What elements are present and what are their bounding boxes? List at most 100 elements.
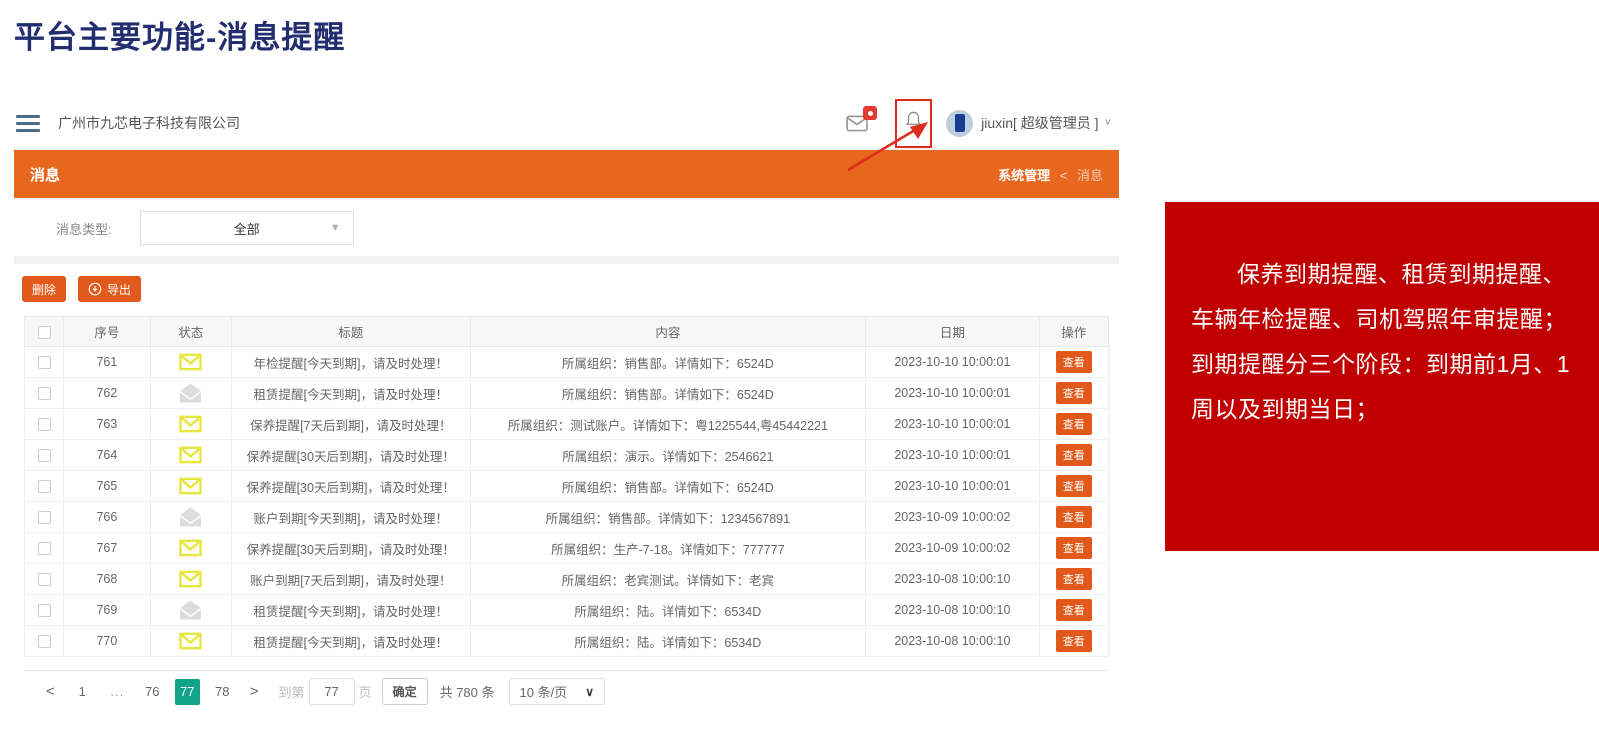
prev-page-button[interactable]: < — [46, 683, 55, 700]
header-right: jiuxin[ 超级管理员 ] ˅ — [846, 99, 1111, 148]
page-button[interactable]: 1 — [70, 679, 95, 705]
row-checkbox[interactable] — [38, 635, 51, 648]
view-button[interactable]: 查看 — [1056, 599, 1092, 621]
row-checkbox[interactable] — [38, 418, 51, 431]
table-row: 766 账户到期[今天到期]，请及时处理！ 所属组织：销售部。详情如下：1234… — [25, 502, 1109, 533]
unread-envelope-icon — [179, 415, 202, 433]
row-title: 年检提醒[今天到期]，请及时处理！ — [232, 347, 470, 378]
view-button[interactable]: 查看 — [1056, 382, 1092, 404]
row-checkbox[interactable] — [38, 387, 51, 400]
toolbar: 删除 导出 — [22, 276, 141, 302]
table-wrap: 序号状态标题内容日期操作 761 年检提醒[今天到期]，请及时处理！ 所属组织：… — [24, 316, 1109, 657]
row-content: 所属组织：销售部。详情如下：6524D — [470, 378, 866, 409]
row-id: 765 — [64, 471, 151, 502]
delete-button[interactable]: 删除 — [22, 276, 66, 302]
user-dropdown[interactable]: jiuxin[ 超级管理员 ] — [981, 113, 1098, 133]
table-row: 768 账户到期[7天后到期]，请及时处理！ 所属组织：老宾测试。详情如下：老宾… — [25, 564, 1109, 595]
export-label: 导出 — [107, 281, 131, 298]
message-type-value: 全部 — [234, 219, 260, 238]
table-row: 761 年检提醒[今天到期]，请及时处理！ 所属组织：销售部。详情如下：6524… — [25, 347, 1109, 378]
row-content: 所属组织：销售部。详情如下：1234567891 — [470, 502, 866, 533]
row-date: 2023-10-10 10:00:01 — [866, 471, 1039, 502]
read-envelope-icon — [179, 507, 202, 527]
view-button[interactable]: 查看 — [1056, 351, 1092, 373]
unread-envelope-icon — [179, 539, 202, 557]
goto-prefix: 到第 — [279, 682, 305, 701]
row-status — [150, 347, 231, 378]
read-envelope-icon — [179, 383, 202, 403]
row-checkbox[interactable] — [38, 604, 51, 617]
column-header: 操作 — [1039, 317, 1108, 347]
filter-bar: 消息类型: 全部 ▼ — [14, 200, 1119, 256]
row-checkbox[interactable] — [38, 542, 51, 555]
total-count: 共 780 条 — [440, 682, 495, 701]
goto-suffix: 页 — [359, 682, 372, 701]
view-button[interactable]: 查看 — [1056, 568, 1092, 590]
row-status — [150, 502, 231, 533]
row-content: 所属组织：陆。详情如下：6534D — [470, 626, 866, 657]
chevron-down-icon: ∨ — [585, 685, 594, 699]
row-date: 2023-10-08 10:00:10 — [866, 564, 1039, 595]
download-icon — [88, 282, 102, 296]
row-status — [150, 564, 231, 595]
row-checkbox[interactable] — [38, 356, 51, 369]
unread-envelope-icon — [179, 477, 202, 495]
page-size-value: 10 条/页 — [520, 682, 568, 701]
table-row: 763 保养提醒[7天后到期]，请及时处理！ 所属组织：测试账户。详情如下：粤1… — [25, 409, 1109, 440]
chevron-down-icon: ▼ — [330, 222, 341, 234]
row-title: 租赁提醒[今天到期]，请及时处理！ — [232, 595, 470, 626]
menu-icon[interactable] — [16, 115, 40, 132]
select-all-checkbox[interactable] — [38, 326, 51, 339]
avatar[interactable] — [946, 110, 973, 137]
confirm-button[interactable]: 确定 — [382, 678, 428, 705]
row-status — [150, 626, 231, 657]
message-type-select[interactable]: 全部 ▼ — [140, 211, 354, 245]
row-id: 768 — [64, 564, 151, 595]
mail-icon[interactable] — [846, 114, 869, 132]
view-button[interactable]: 查看 — [1056, 413, 1092, 435]
unread-envelope-icon — [179, 632, 202, 650]
view-button[interactable]: 查看 — [1056, 630, 1092, 652]
row-checkbox[interactable] — [38, 573, 51, 586]
unread-envelope-icon — [179, 570, 202, 588]
pagination-bar: < 1... 76 77 78 > 到第 页 确定 共 780 条 10 条/页 ∨ — [24, 670, 1109, 712]
callout-box: 保养到期提醒、租赁到期提醒、车辆年检提醒、司机驾照年审提醒；到期提醒分三个阶段：… — [1165, 202, 1599, 551]
row-checkbox[interactable] — [38, 511, 51, 524]
row-title: 租赁提醒[今天到期]，请及时处理！ — [232, 378, 470, 409]
chevron-down-icon[interactable]: ˅ — [1105, 117, 1111, 129]
page-size-select[interactable]: 10 条/页 ∨ — [509, 678, 605, 705]
row-id: 770 — [64, 626, 151, 657]
row-checkbox[interactable] — [38, 480, 51, 493]
row-title: 账户到期[今天到期]，请及时处理！ — [232, 502, 470, 533]
export-button[interactable]: 导出 — [78, 276, 141, 302]
row-date: 2023-10-10 10:00:01 — [866, 440, 1039, 471]
page-buttons: 1... 76 77 78 — [65, 679, 240, 705]
row-content: 所属组织：测试账户。详情如下：粤1225544,粤45442221 — [470, 409, 866, 440]
row-title: 租赁提醒[今天到期]，请及时处理！ — [232, 626, 470, 657]
callout-text: 保养到期提醒、租赁到期提醒、车辆年检提醒、司机驾照年审提醒；到期提醒分三个阶段：… — [1165, 202, 1599, 432]
next-page-button[interactable]: > — [250, 683, 259, 700]
page-button[interactable]: 77 — [175, 679, 200, 705]
row-id: 764 — [64, 440, 151, 471]
row-id: 769 — [64, 595, 151, 626]
view-button[interactable]: 查看 — [1056, 444, 1092, 466]
view-button[interactable]: 查看 — [1056, 506, 1092, 528]
row-status — [150, 471, 231, 502]
goto-page-input[interactable] — [309, 678, 355, 705]
bell-icon[interactable] — [905, 110, 922, 135]
row-title: 保养提醒[30天后到期]，请及时处理！ — [232, 440, 470, 471]
row-content: 所属组织：老宾测试。详情如下：老宾 — [470, 564, 866, 595]
view-button[interactable]: 查看 — [1056, 537, 1092, 559]
table-row: 764 保养提醒[30天后到期]，请及时处理！ 所属组织：演示。详情如下：254… — [25, 440, 1109, 471]
view-button[interactable]: 查看 — [1056, 475, 1092, 497]
row-status — [150, 533, 231, 564]
table-body: 761 年检提醒[今天到期]，请及时处理！ 所属组织：销售部。详情如下：6524… — [25, 347, 1109, 657]
app-window: 广州市九芯电子科技有限公司 — [14, 98, 1119, 716]
row-content: 所属组织：陆。详情如下：6534D — [470, 595, 866, 626]
page-banner: 消息 系统管理 < 消息 — [14, 150, 1119, 198]
page-button[interactable]: 76 — [140, 679, 165, 705]
page-button[interactable]: 78 — [210, 679, 235, 705]
page-ellipsis: ... — [105, 679, 130, 705]
breadcrumb-parent[interactable]: 系统管理 — [998, 168, 1050, 183]
row-checkbox[interactable] — [38, 449, 51, 462]
